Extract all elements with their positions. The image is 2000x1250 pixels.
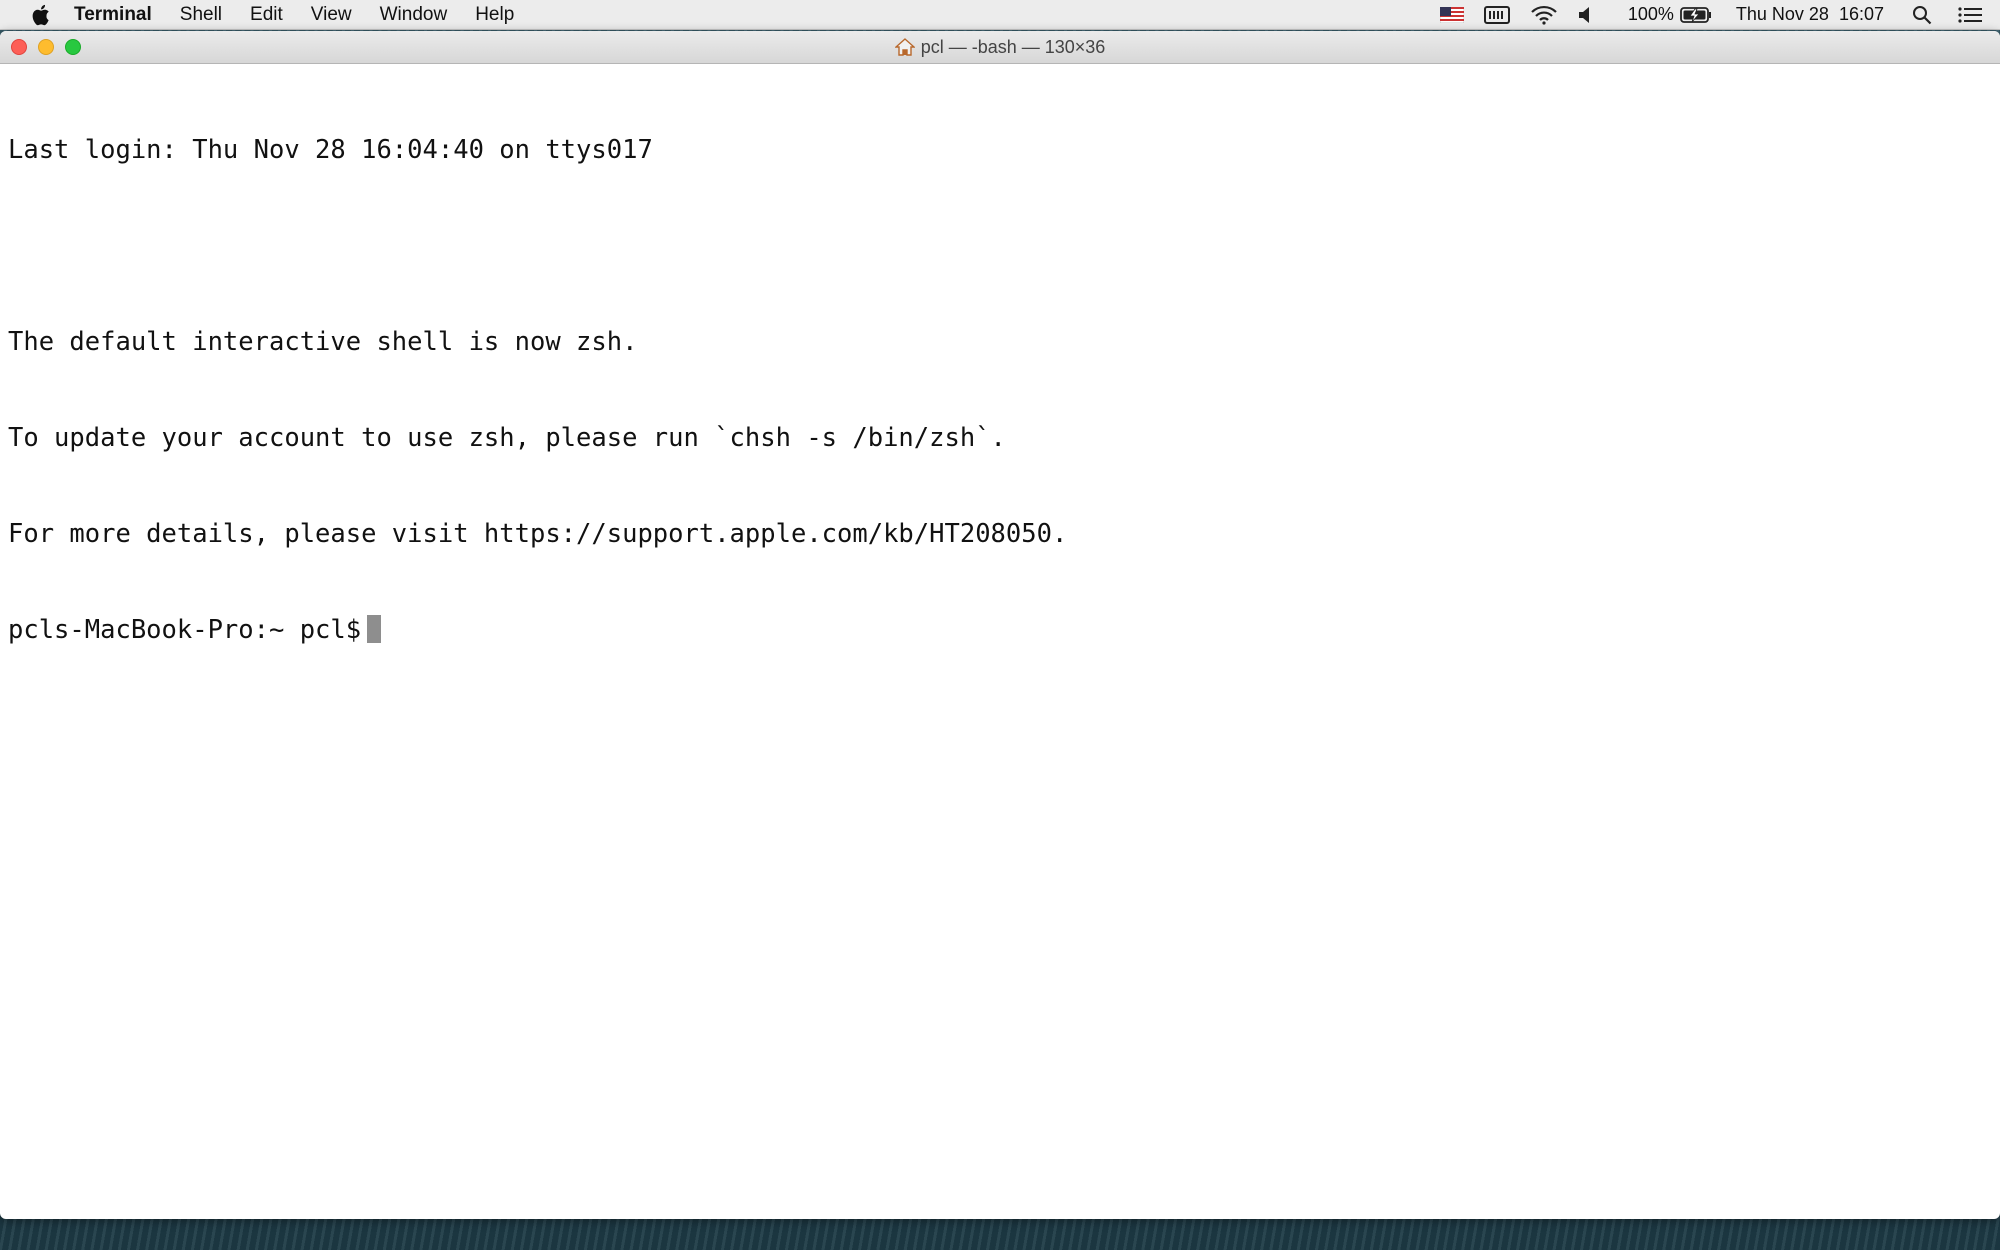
- spotlight-search-icon[interactable]: [1912, 5, 1932, 25]
- notification-center-icon[interactable]: [1958, 6, 1982, 24]
- menu-terminal[interactable]: Terminal: [74, 0, 152, 30]
- close-button[interactable]: [11, 39, 27, 55]
- window-title: pcl — -bash — 130×36: [920, 36, 1106, 57]
- terminal-line: For more details, please visit https://s…: [8, 519, 1068, 549]
- menu-bar: Terminal Shell Edit View Window Help 100…: [0, 0, 2000, 30]
- status-area: 100% Thu Nov 28 16:07: [1420, 0, 2000, 30]
- terminal-line: The default interactive shell is now zsh…: [8, 327, 638, 357]
- home-icon: [894, 38, 915, 56]
- zoom-button[interactable]: [65, 39, 81, 55]
- keyboard-icon[interactable]: [1483, 5, 1510, 25]
- menu-edit[interactable]: Edit: [250, 0, 283, 30]
- menu-help[interactable]: Help: [475, 0, 514, 30]
- minimize-button[interactable]: [38, 39, 54, 55]
- us-flag-icon[interactable]: [1439, 6, 1464, 23]
- window-titlebar[interactable]: pcl — -bash — 130×36: [0, 31, 2000, 64]
- apple-icon[interactable]: [28, 3, 52, 27]
- clock[interactable]: Thu Nov 28 16:07: [1736, 4, 1884, 25]
- terminal-output[interactable]: Last login: Thu Nov 28 16:04:40 on ttys0…: [0, 64, 2000, 716]
- prompt-line[interactable]: pcls-MacBook-Pro:~ pcl$: [8, 614, 1992, 646]
- menu-shell[interactable]: Shell: [180, 0, 222, 30]
- volume-icon[interactable]: [1578, 6, 1594, 24]
- shell-prompt: pcls-MacBook-Pro:~ pcl$: [8, 615, 362, 645]
- menu-window[interactable]: Window: [380, 0, 448, 30]
- terminal-line: Last login: Thu Nov 28 16:04:40 on ttys0…: [8, 135, 653, 165]
- wifi-icon[interactable]: [1530, 5, 1558, 25]
- window-title-container: pcl — -bash — 130×36: [894, 36, 1106, 58]
- terminal-window: pcl — -bash — 130×36 Last login: Thu Nov…: [0, 31, 2000, 1219]
- text-cursor: [367, 615, 382, 643]
- battery-icon[interactable]: [1679, 6, 1712, 24]
- terminal-line: To update your account to use zsh, pleas…: [8, 423, 1006, 453]
- window-controls: [11, 39, 92, 55]
- menu-view[interactable]: View: [311, 0, 352, 30]
- battery-percentage: 100%: [1627, 4, 1674, 24]
